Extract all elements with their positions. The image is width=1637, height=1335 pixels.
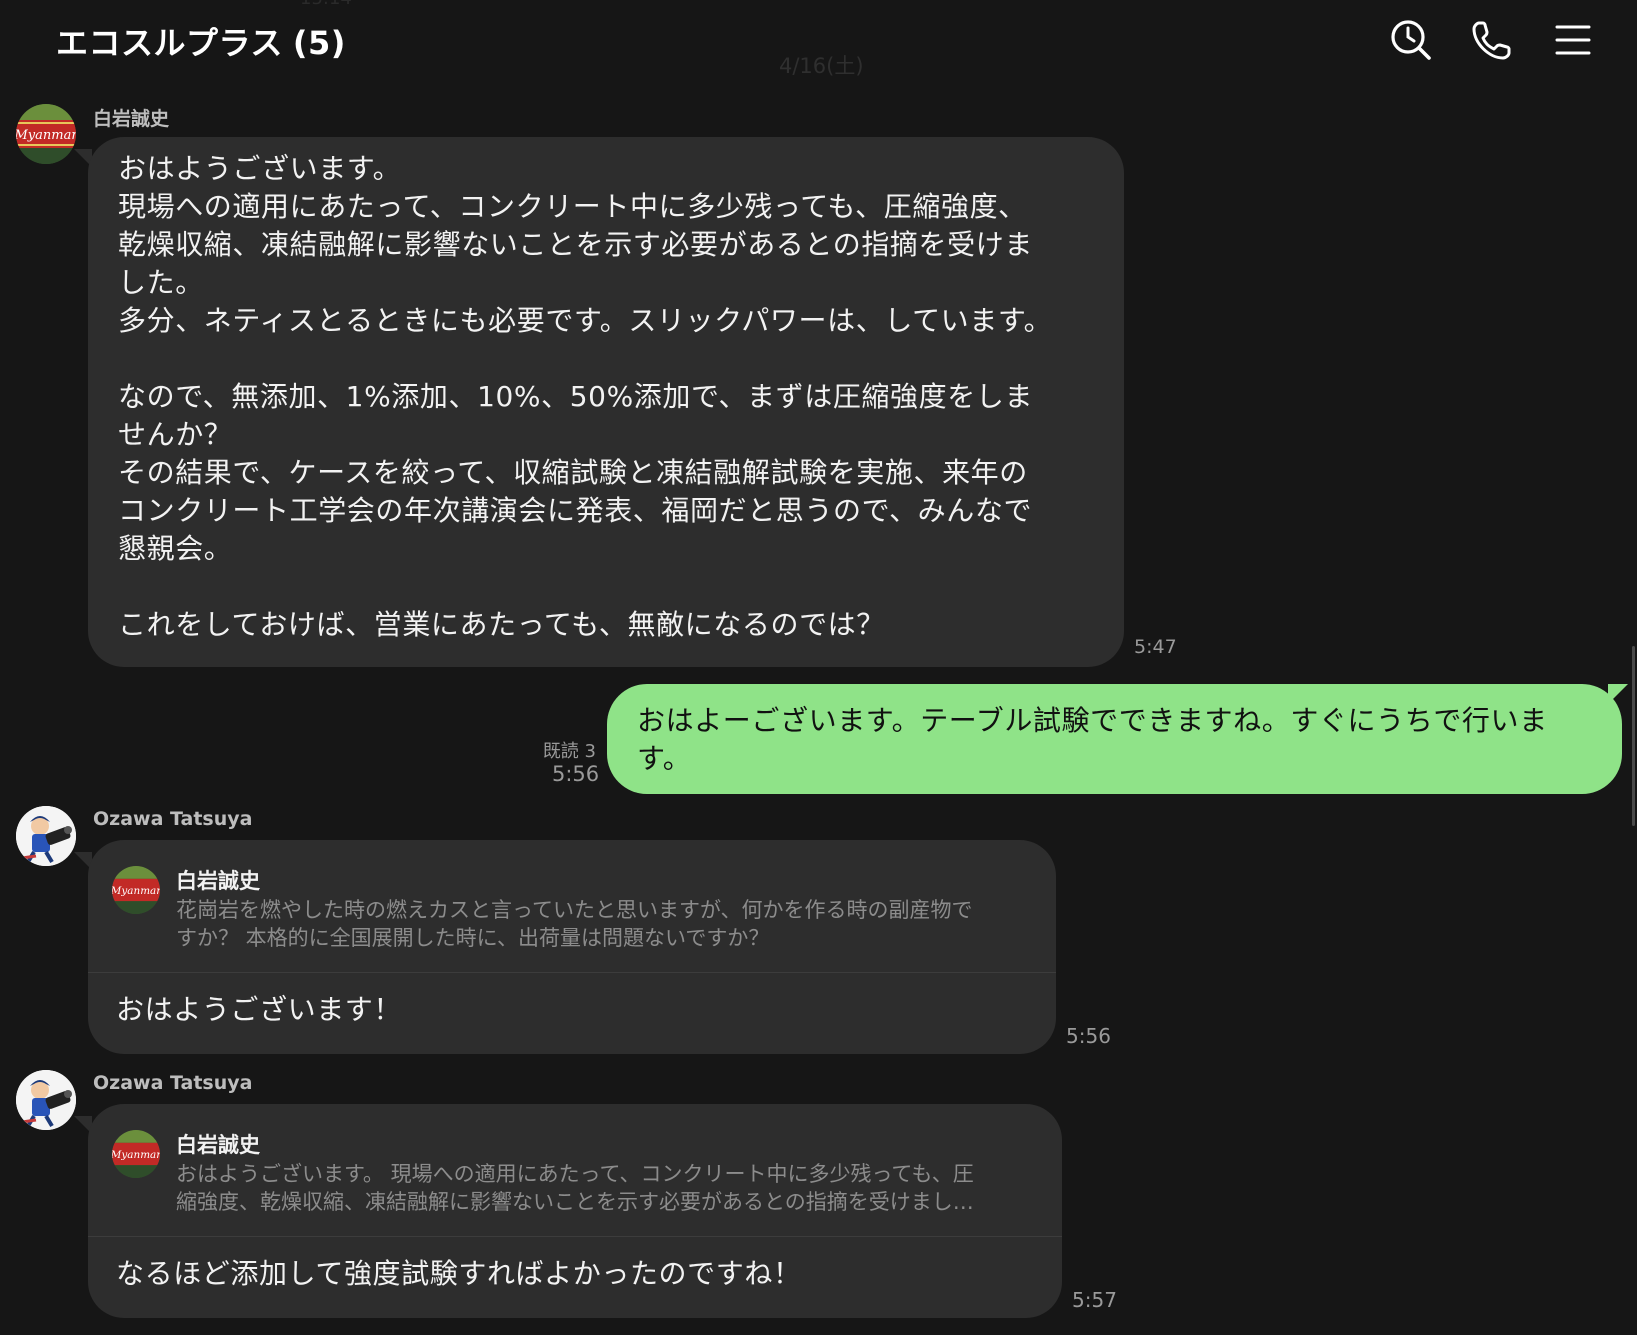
search-history-icon[interactable]	[1389, 18, 1433, 62]
quoted-text: 花崗岩を燃やした時の燃えカスと言っていたと思いますが、何かを作る時の副産物で す…	[176, 898, 973, 950]
member-count: (5)	[292, 24, 346, 62]
chat-screen: 15:14 4/16(土) エコスルプラス(5)	[0, 0, 1637, 1335]
message-time: 5:57	[1072, 1288, 1117, 1312]
read-receipt: 既読 3	[542, 741, 596, 762]
message-bubble[interactable]: おはようございます。 現場への適用にあたって、コンクリート中に多少残っても、圧縮…	[88, 137, 1124, 667]
message-text: おはようございます！	[116, 993, 403, 1026]
message-time: 5:56	[1066, 1024, 1111, 1048]
quoted-avatar: Myanmar	[112, 866, 160, 914]
my-message-bubble[interactable]: おはよーございます。テーブル試験でできますね。すぐにうちで行いま す。	[607, 684, 1622, 794]
quoted-text: おはようございます。 現場への適用にあたって、コンクリート中に多少残っても、圧 …	[176, 1162, 974, 1214]
quoted-sender: 白岩誠史	[176, 869, 260, 893]
message-text: おはよーございます。テーブル試験でできますね。すぐにうちで行いま す。	[637, 704, 1548, 775]
message-text: なるほど添加して強度試験すればよかったのですね！	[116, 1257, 802, 1290]
chat-name: エコスルプラス	[56, 24, 283, 62]
svg-text:Myanmar: Myanmar	[16, 128, 76, 143]
quoted-message[interactable]: Myanmar 白岩誠史 おはようございます。 現場への適用にあたって、コンクリ…	[88, 1104, 1062, 1237]
reply-message-bubble[interactable]: Myanmar 白岩誠史 花崗岩を燃やした時の燃えカスと言っていたと思いますが、…	[88, 840, 1056, 1054]
chat-title[interactable]: エコスルプラス (5)	[56, 18, 346, 64]
quoted-message[interactable]: Myanmar 白岩誠史 花崗岩を燃やした時の燃えカスと言っていたと思いますが、…	[88, 840, 1056, 973]
myanmar-beer-can-avatar: Myanmar	[112, 866, 160, 914]
sender-name: Ozawa Tatsuya	[93, 808, 253, 830]
message-time: 5:56	[552, 762, 600, 786]
chat-header: エコスルプラス (5)	[0, 0, 1637, 84]
phone-icon[interactable]	[1470, 18, 1514, 62]
svg-text:Myanmar: Myanmar	[112, 1149, 160, 1161]
avatar[interactable]: Myanmar	[16, 104, 76, 164]
myanmar-beer-can-avatar: Myanmar	[112, 1130, 160, 1178]
quoted-sender: 白岩誠史	[176, 1133, 260, 1157]
bubble-tail	[1608, 684, 1628, 704]
sender-name: Ozawa Tatsuya	[93, 1072, 253, 1094]
sender-name: 白岩誠史	[93, 108, 170, 130]
myanmar-beer-can-avatar: Myanmar	[16, 104, 76, 164]
message-text: おはようございます。 現場への適用にあたって、コンクリート中に多少残っても、圧縮…	[118, 152, 1053, 641]
message-time: 5:47	[1134, 636, 1177, 658]
cartoon-character-avatar	[16, 1070, 76, 1130]
avatar[interactable]	[16, 806, 76, 866]
scrollbar[interactable]	[1632, 646, 1635, 826]
quoted-avatar: Myanmar	[112, 1130, 160, 1178]
reply-message-bubble[interactable]: Myanmar 白岩誠史 おはようございます。 現場への適用にあたって、コンクリ…	[88, 1104, 1062, 1318]
avatar[interactable]	[16, 1070, 76, 1130]
cartoon-character-avatar	[16, 806, 76, 866]
menu-icon[interactable]	[1551, 18, 1595, 62]
svg-text:Myanmar: Myanmar	[112, 885, 160, 897]
